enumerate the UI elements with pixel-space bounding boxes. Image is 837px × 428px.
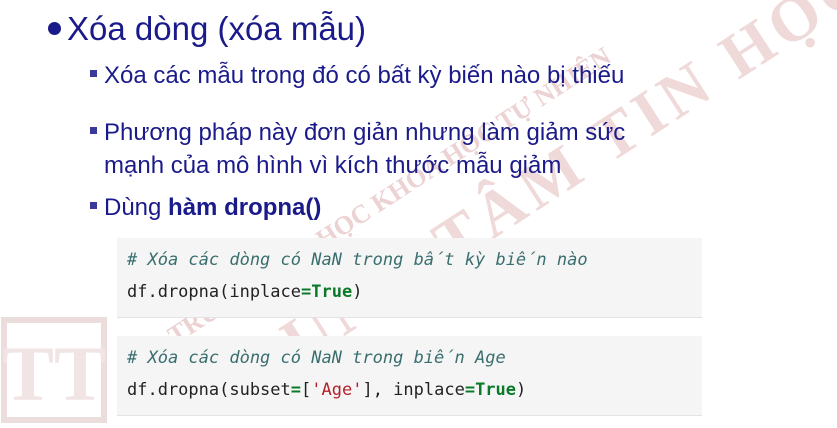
slide: TT TRƯỜNG ĐẠI HỌC KHOA HỌC TỰ NHIÊN TRUN… xyxy=(0,0,837,428)
square-bullet-icon xyxy=(90,127,97,135)
square-bullet-icon xyxy=(90,202,97,210)
code-block-2: # Xóa các dòng có NaN trong biến Age df.… xyxy=(117,336,702,416)
code-line-2: df.dropna(subset=['Age'], inplace=True) xyxy=(127,380,527,400)
sub-item-2-continuation: mạnh của mô hình vì kích thước mẫu giảm xyxy=(104,152,562,179)
sub-item-1: Xóa các mẫu trong đó có bất kỳ biến nào … xyxy=(90,62,624,90)
sub-item-2-text: Phương pháp này đơn giản nhưng làm giảm … xyxy=(104,119,626,146)
code-comment-1: # Xóa các dòng có NaN trong bất kỳ biến … xyxy=(127,250,588,270)
main-bullet: Xóa dòng (xóa mẫu) xyxy=(48,10,366,48)
sub-item-3: Dùng hàm dropna() xyxy=(90,194,321,222)
sub-item-3-prefix: Dùng xyxy=(104,194,169,221)
code-block-1: # Xóa các dòng có NaN trong bất kỳ biến … xyxy=(117,238,702,318)
sub-item-1-text: Xóa các mẫu trong đó có bất kỳ biến nào … xyxy=(104,62,625,89)
watermark-logo-icon: TT xyxy=(1,317,107,423)
sub-item-3-bold: hàm dropna() xyxy=(168,194,322,221)
code-comment-2: # Xóa các dòng có NaN trong biến Age xyxy=(127,348,506,368)
square-bullet-icon xyxy=(90,70,97,78)
sub-item-2: Phương pháp này đơn giản nhưng làm giảm … xyxy=(90,119,625,147)
watermark-logo-text: TT xyxy=(2,330,106,417)
main-bullet-text: Xóa dòng (xóa mẫu) xyxy=(67,10,367,47)
code-line-1: df.dropna(inplace=True) xyxy=(127,282,363,302)
bullet-dot-icon xyxy=(48,21,61,35)
